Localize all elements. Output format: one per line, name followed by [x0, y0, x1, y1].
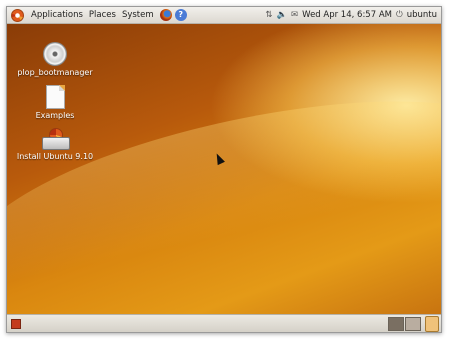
places-menu[interactable]: Places	[86, 7, 119, 23]
installer-icon	[42, 128, 70, 150]
workspace-2[interactable]	[405, 317, 421, 331]
applications-menu[interactable]: Applications	[28, 7, 86, 23]
virtual-machine-screen: Applications Places System ? ⇅ 🔈 ✉ Wed A…	[6, 6, 442, 333]
show-desktop-icon[interactable]	[11, 319, 21, 329]
desktop-icon-examples[interactable]: Examples	[10, 85, 100, 120]
main-menu: Applications Places System ?	[7, 7, 187, 23]
network-icon[interactable]: ⇅	[265, 7, 272, 23]
power-icon[interactable]: ⏻	[396, 7, 403, 23]
desktop-icon-install-ubuntu[interactable]: Install Ubuntu 9.10	[10, 128, 100, 161]
trash-icon[interactable]	[425, 316, 439, 332]
desktop[interactable]: plop_bootmanager Examples Install Ubuntu…	[7, 24, 441, 314]
desktop-icon-label: plop_bootmanager	[17, 68, 93, 77]
help-icon[interactable]: ?	[174, 9, 187, 21]
user-name[interactable]: ubuntu	[407, 10, 437, 20]
firefox-icon[interactable]	[159, 9, 172, 21]
dvd-disc-icon	[43, 42, 67, 66]
mail-icon[interactable]: ✉	[291, 7, 298, 23]
top-panel: Applications Places System ? ⇅ 🔈 ✉ Wed A…	[7, 7, 441, 24]
workspace-switcher[interactable]	[388, 317, 421, 331]
document-icon	[45, 85, 65, 109]
clock[interactable]: Wed Apr 14, 6:57 AM	[302, 10, 392, 20]
ubuntu-logo-icon[interactable]	[11, 8, 24, 22]
volume-icon[interactable]: 🔈	[276, 7, 287, 23]
notification-area: ⇅ 🔈 ✉ Wed Apr 14, 6:57 AM ⏻ ubuntu	[265, 7, 441, 23]
workspace-1[interactable]	[388, 317, 404, 331]
desktop-icon-label: Install Ubuntu 9.10	[16, 152, 94, 161]
system-menu[interactable]: System	[119, 7, 157, 23]
desktop-icon-label: Examples	[35, 111, 75, 120]
bottom-panel	[7, 314, 441, 332]
desktop-icon-plop-bootmanager[interactable]: plop_bootmanager	[10, 42, 100, 77]
